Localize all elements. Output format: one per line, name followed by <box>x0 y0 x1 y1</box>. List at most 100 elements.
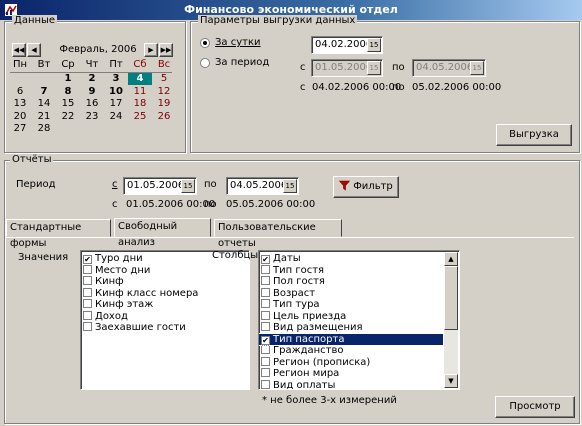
reports-group-legend: Отчёты <box>10 154 54 166</box>
next-month-button[interactable]: ▶ <box>144 43 158 57</box>
checkbox[interactable]: ✔ <box>83 255 92 264</box>
calendar-day[interactable]: 6 <box>8 86 32 98</box>
calendar-day[interactable]: 23 <box>80 111 104 123</box>
checkbox[interactable] <box>83 287 92 297</box>
calendar-icon[interactable]: 15 <box>283 179 297 193</box>
list-item[interactable]: Место дни <box>81 264 249 277</box>
list-item[interactable]: Вид размещения <box>259 322 459 334</box>
list-item[interactable]: Тип тура <box>259 299 459 311</box>
radio-day[interactable] <box>200 38 210 48</box>
calendar-day[interactable]: 14 <box>32 98 56 110</box>
list-item[interactable]: Кинф <box>81 276 249 288</box>
list-item[interactable]: Регион мира <box>259 368 459 380</box>
reports-from-field[interactable]: 01.05.2006 15 <box>123 177 197 195</box>
checkbox[interactable]: ✔ <box>261 335 270 345</box>
list-item[interactable]: ✔ Тип паспорта <box>259 332 444 346</box>
list-item[interactable]: Доход <box>81 310 249 323</box>
checkbox[interactable]: ✔ <box>261 255 270 264</box>
prev-month-button[interactable]: ◀ <box>27 43 41 57</box>
checkbox[interactable] <box>83 299 92 308</box>
calendar-day[interactable]: 10 <box>104 86 128 98</box>
checkbox[interactable] <box>261 356 270 366</box>
calendar-day[interactable]: 19 <box>152 98 176 110</box>
view-button[interactable]: Просмотр <box>495 396 575 418</box>
calendar-day[interactable]: 16 <box>80 98 104 110</box>
list-item[interactable]: ✔ Даты <box>259 253 459 265</box>
list-item[interactable]: Кинф класс номера <box>81 287 249 300</box>
scroll-up-button[interactable]: ▲ <box>444 252 458 266</box>
calendar-day[interactable]: 5 <box>152 73 176 85</box>
calendar-day[interactable]: 2 <box>80 73 104 85</box>
calendar-day[interactable]: 28 <box>32 123 56 135</box>
checkbox[interactable] <box>83 276 92 285</box>
calendar-day[interactable]: 27 <box>8 123 32 135</box>
calendar-day[interactable]: 24 <box>104 111 128 123</box>
list-item[interactable]: Пол гостя <box>259 276 459 288</box>
checkbox[interactable] <box>261 264 270 274</box>
list-item[interactable]: Заехавшие гости <box>81 322 249 334</box>
checkbox[interactable] <box>261 299 270 308</box>
tab-user-reports[interactable]: Пользовательские отчеты <box>214 219 342 249</box>
list-item-label: Тип паспорта <box>273 333 345 345</box>
calendar-day[interactable]: 9 <box>80 86 104 98</box>
list-item[interactable]: Цель приезда <box>259 310 459 323</box>
calendar-day[interactable]: 4 <box>128 73 152 85</box>
scroll-thumb[interactable] <box>444 266 458 330</box>
list-item[interactable]: Вид оплаты <box>259 379 459 389</box>
prev-year-button[interactable]: ◀◀ <box>12 43 26 57</box>
radio-period[interactable] <box>200 58 210 68</box>
columns-list[interactable]: ✔ Даты Тип гостя Пол гостя Возраст Тип тура Це… <box>258 250 460 390</box>
list-item-label: Кинф этаж <box>95 299 154 310</box>
checkbox[interactable] <box>261 345 270 354</box>
calendar-day[interactable]: 22 <box>56 111 80 123</box>
checkbox[interactable] <box>261 368 270 377</box>
calendar-day[interactable]: 12 <box>152 86 176 98</box>
calendar-day[interactable]: 20 <box>8 111 32 123</box>
filter-button[interactable]: Фильтр <box>333 176 399 198</box>
values-list[interactable]: ✔ Туро дни Место дни Кинф Кинф класс номера К… <box>80 250 250 390</box>
export-button[interactable]: Выгрузка <box>496 124 572 146</box>
calendar-day[interactable]: 11 <box>128 86 152 98</box>
calendar-day[interactable]: 21 <box>32 111 56 123</box>
list-item-label: Тип гостя <box>273 264 325 276</box>
calendar-icon[interactable]: 15 <box>181 179 195 193</box>
next-year-button[interactable]: ▶▶ <box>159 43 173 57</box>
checkbox[interactable] <box>83 310 92 320</box>
list-item[interactable]: Гражданство <box>259 345 459 357</box>
checkbox[interactable] <box>261 322 270 331</box>
radio-period-label[interactable]: За период <box>215 57 269 68</box>
day-date-field[interactable]: 04.02.2006 15 <box>311 36 383 54</box>
export-period-from-field: 01.05.2006 15 <box>311 59 383 77</box>
list-item[interactable]: Кинф этаж <box>81 299 249 311</box>
scroll-down-button[interactable]: ▼ <box>444 374 458 388</box>
list-item[interactable]: Регион (прописка) <box>259 356 459 369</box>
columns-scrollbar[interactable]: ▲ ▼ <box>444 252 458 388</box>
list-item[interactable]: Тип гостя <box>259 264 459 277</box>
checkbox[interactable] <box>261 287 270 297</box>
list-item[interactable]: Возраст <box>259 287 459 300</box>
calendar-weekday: Пт <box>109 59 123 70</box>
checkbox[interactable] <box>261 276 270 285</box>
checkbox[interactable] <box>261 379 270 389</box>
values-label: Значения <box>18 252 69 263</box>
reports-info-from: 01.05.2006 00:00 <box>126 199 216 210</box>
calendar-day[interactable]: 8 <box>56 86 80 98</box>
checkbox[interactable] <box>83 264 92 274</box>
reports-to-field[interactable]: 04.05.2006 15 <box>226 177 299 195</box>
calendar-day[interactable]: 1 <box>56 73 80 85</box>
calendar-day[interactable]: 13 <box>8 98 32 110</box>
checkbox[interactable] <box>83 322 92 331</box>
calendar-day[interactable]: 25 <box>128 111 152 123</box>
calendar-day[interactable]: 18 <box>128 98 152 110</box>
calendar-weekday: Сб <box>133 59 147 70</box>
calendar-day[interactable]: 26 <box>152 111 176 123</box>
calendar-icon[interactable]: 15 <box>367 38 381 52</box>
calendar-day[interactable]: 15 <box>56 98 80 110</box>
calendar-day[interactable]: 3 <box>104 73 128 85</box>
calendar-day[interactable]: 17 <box>104 98 128 110</box>
tab-standard-forms[interactable]: Стандартные формы <box>6 219 111 249</box>
calendar-day[interactable]: 7 <box>32 86 56 98</box>
tab-free-analysis[interactable]: Свободный анализ <box>114 218 211 248</box>
radio-day-label[interactable]: За сутки <box>215 37 261 48</box>
checkbox[interactable] <box>261 310 270 320</box>
